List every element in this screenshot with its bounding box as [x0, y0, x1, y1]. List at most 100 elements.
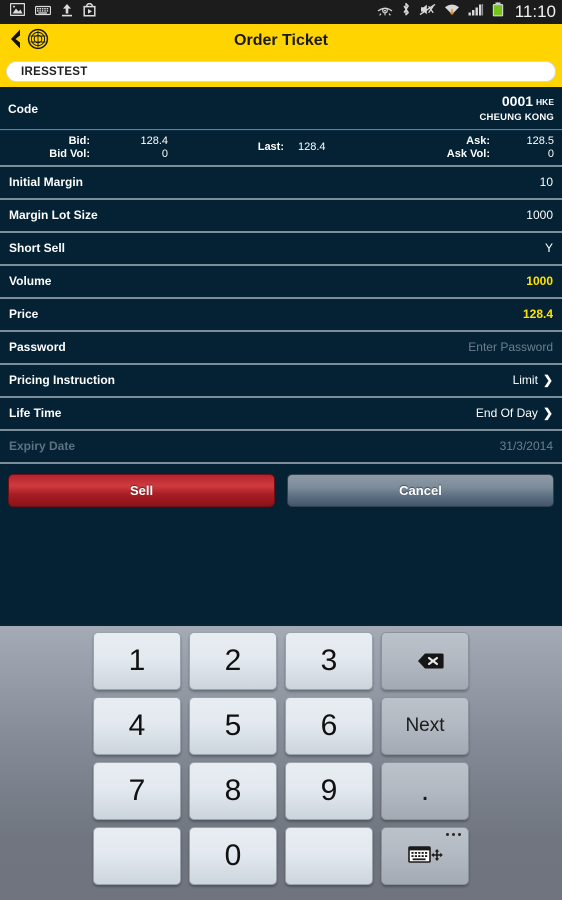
form-row-password[interactable]: Password Enter Password — [0, 331, 562, 363]
key-7[interactable]: 7 — [93, 762, 181, 820]
form-row-margin-lot-size[interactable]: Margin Lot Size 1000 — [0, 199, 562, 231]
code-panel[interactable]: Code 0001 HKE CHEUNG KONG — [0, 87, 562, 129]
keyboard-move-icon — [382, 828, 468, 884]
form-row-short-sell[interactable]: Short Sell Y — [0, 232, 562, 264]
row-label: Password — [9, 340, 66, 355]
row-value: End Of Day ❯ — [476, 406, 553, 420]
cancel-button[interactable]: Cancel — [287, 473, 554, 507]
order-ticket-screen: 11:10 Order Ticket IRESSTEST Code 0001 H… — [0, 0, 562, 900]
wifi-icon — [444, 3, 460, 21]
back-button[interactable] — [0, 28, 49, 55]
title-bar: Order Ticket — [0, 24, 562, 58]
form-row-initial-margin[interactable]: Initial Margin 10 — [0, 166, 562, 198]
row-value: 1000 — [526, 274, 553, 288]
form-row-life-time[interactable]: Life Time End Of Day ❯ — [0, 397, 562, 429]
ask-value: 128.5 — [526, 134, 554, 147]
bid-row: Bid: 128.4 — [8, 135, 168, 147]
ask-row: Ask: 128.5 — [406, 135, 554, 147]
screenshot-image-icon — [9, 2, 26, 21]
bid-vol-label: Bid Vol: — [49, 147, 90, 160]
key-5[interactable]: 5 — [189, 697, 277, 755]
row-label: Pricing Instruction — [9, 373, 116, 388]
key-0[interactable]: 0 — [189, 827, 277, 885]
mute-vibrate-icon — [419, 3, 436, 21]
page-title: Order Ticket — [234, 32, 328, 49]
key-6[interactable]: 6 — [285, 697, 373, 755]
action-bar: Sell Cancel — [0, 463, 562, 519]
status-bar-left-icons — [9, 2, 96, 22]
form-row-pricing-instruction[interactable]: Pricing Instruction Limit ❯ — [0, 364, 562, 396]
ask-column: Ask: 128.5 Ask Vol: 0 — [406, 135, 554, 160]
signal-icon — [468, 3, 484, 21]
code-number-line: 0001 HKE — [479, 94, 554, 111]
search-bar: IRESSTEST — [0, 58, 562, 87]
row-value-text: 31/3/2014 — [499, 439, 553, 454]
key-blank[interactable] — [93, 827, 181, 885]
row-value: 31/3/2014 — [500, 439, 553, 453]
row-label: Initial Margin — [9, 175, 84, 190]
bid-vol-row: Bid Vol: 0 — [8, 148, 168, 160]
row-value-text: Enter Password — [468, 340, 553, 355]
row-label: Margin Lot Size — [9, 208, 98, 223]
code-value-group: 0001 HKE CHEUNG KONG — [479, 94, 554, 123]
chevron-right-icon: ❯ — [542, 406, 553, 421]
status-bar: 11:10 — [0, 0, 562, 24]
row-value: 128.4 — [523, 307, 553, 321]
play-store-icon — [83, 2, 96, 22]
row-value-text: End Of Day — [475, 406, 538, 421]
key-1[interactable]: 1 — [93, 632, 181, 690]
row-label: Expiry Date — [9, 439, 76, 454]
key-9[interactable]: 9 — [285, 762, 373, 820]
keyboard-row: 0 — [0, 827, 562, 885]
key-8[interactable]: 8 — [189, 762, 277, 820]
bid-label: Bid: — [68, 134, 90, 147]
key-next[interactable]: Next — [381, 697, 469, 755]
row-value-text: 1000 — [526, 274, 553, 289]
overflow-dots-icon — [446, 833, 461, 836]
key-3[interactable]: 3 — [285, 632, 373, 690]
ask-label: Ask: — [466, 134, 490, 147]
status-bar-clock: 11:10 — [514, 2, 556, 21]
row-value: Enter Password — [468, 340, 553, 354]
bid-value: 128.4 — [140, 134, 168, 147]
eye-icon — [377, 3, 393, 21]
key-keyboard-switch[interactable] — [381, 827, 469, 885]
form-row-volume[interactable]: Volume 1000 — [0, 265, 562, 297]
chevron-right-icon: ❯ — [542, 373, 553, 388]
row-value: 10 — [540, 175, 553, 189]
key-blank[interactable] — [285, 827, 373, 885]
row-value-text: 128.4 — [522, 307, 553, 322]
upload-icon — [61, 3, 73, 22]
ask-vol-label: Ask Vol: — [446, 147, 490, 160]
status-bar-right-icons: 11:10 — [377, 2, 556, 22]
code-company-name: CHEUNG KONG — [479, 111, 554, 123]
ask-vol-value: 0 — [547, 147, 554, 160]
battery-icon — [492, 2, 504, 22]
quote-panel: Bid: 128.4 Bid Vol: 0 Last: 128.4 Ask: 1… — [0, 130, 562, 165]
order-form: Initial Margin 10 Margin Lot Size 1000 Short… — [0, 166, 562, 464]
code-label: Code — [8, 102, 38, 116]
row-value-text: 1000 — [526, 208, 553, 223]
row-value-text: Limit — [512, 373, 538, 388]
key-2[interactable]: 2 — [189, 632, 277, 690]
form-row-price[interactable]: Price 128.4 — [0, 298, 562, 330]
key-4[interactable]: 4 — [93, 697, 181, 755]
key-decimal-point[interactable]: . — [381, 762, 469, 820]
row-label: Short Sell — [9, 241, 66, 256]
backspace-icon — [382, 633, 468, 689]
numeric-keyboard: 1 2 3 4 5 6 Next 7 8 9. 0 — [0, 624, 562, 900]
bid-column: Bid: 128.4 Bid Vol: 0 — [8, 135, 168, 160]
row-label: Life Time — [9, 406, 62, 421]
bid-vol-value: 0 — [161, 147, 168, 160]
key-backspace[interactable] — [381, 632, 469, 690]
keyboard-icon — [34, 3, 52, 21]
last-label: Last: — [257, 141, 284, 154]
row-value-text: 10 — [539, 175, 553, 190]
form-row-expiry-date[interactable]: Expiry Date 31/3/2014 — [0, 430, 562, 462]
row-value: Y — [545, 241, 553, 255]
row-label: Volume — [9, 274, 52, 289]
row-value: Limit ❯ — [513, 373, 553, 387]
code-exchange: HKE — [536, 97, 554, 107]
search-input[interactable]: IRESSTEST — [6, 61, 556, 82]
sell-button[interactable]: Sell — [8, 473, 275, 507]
